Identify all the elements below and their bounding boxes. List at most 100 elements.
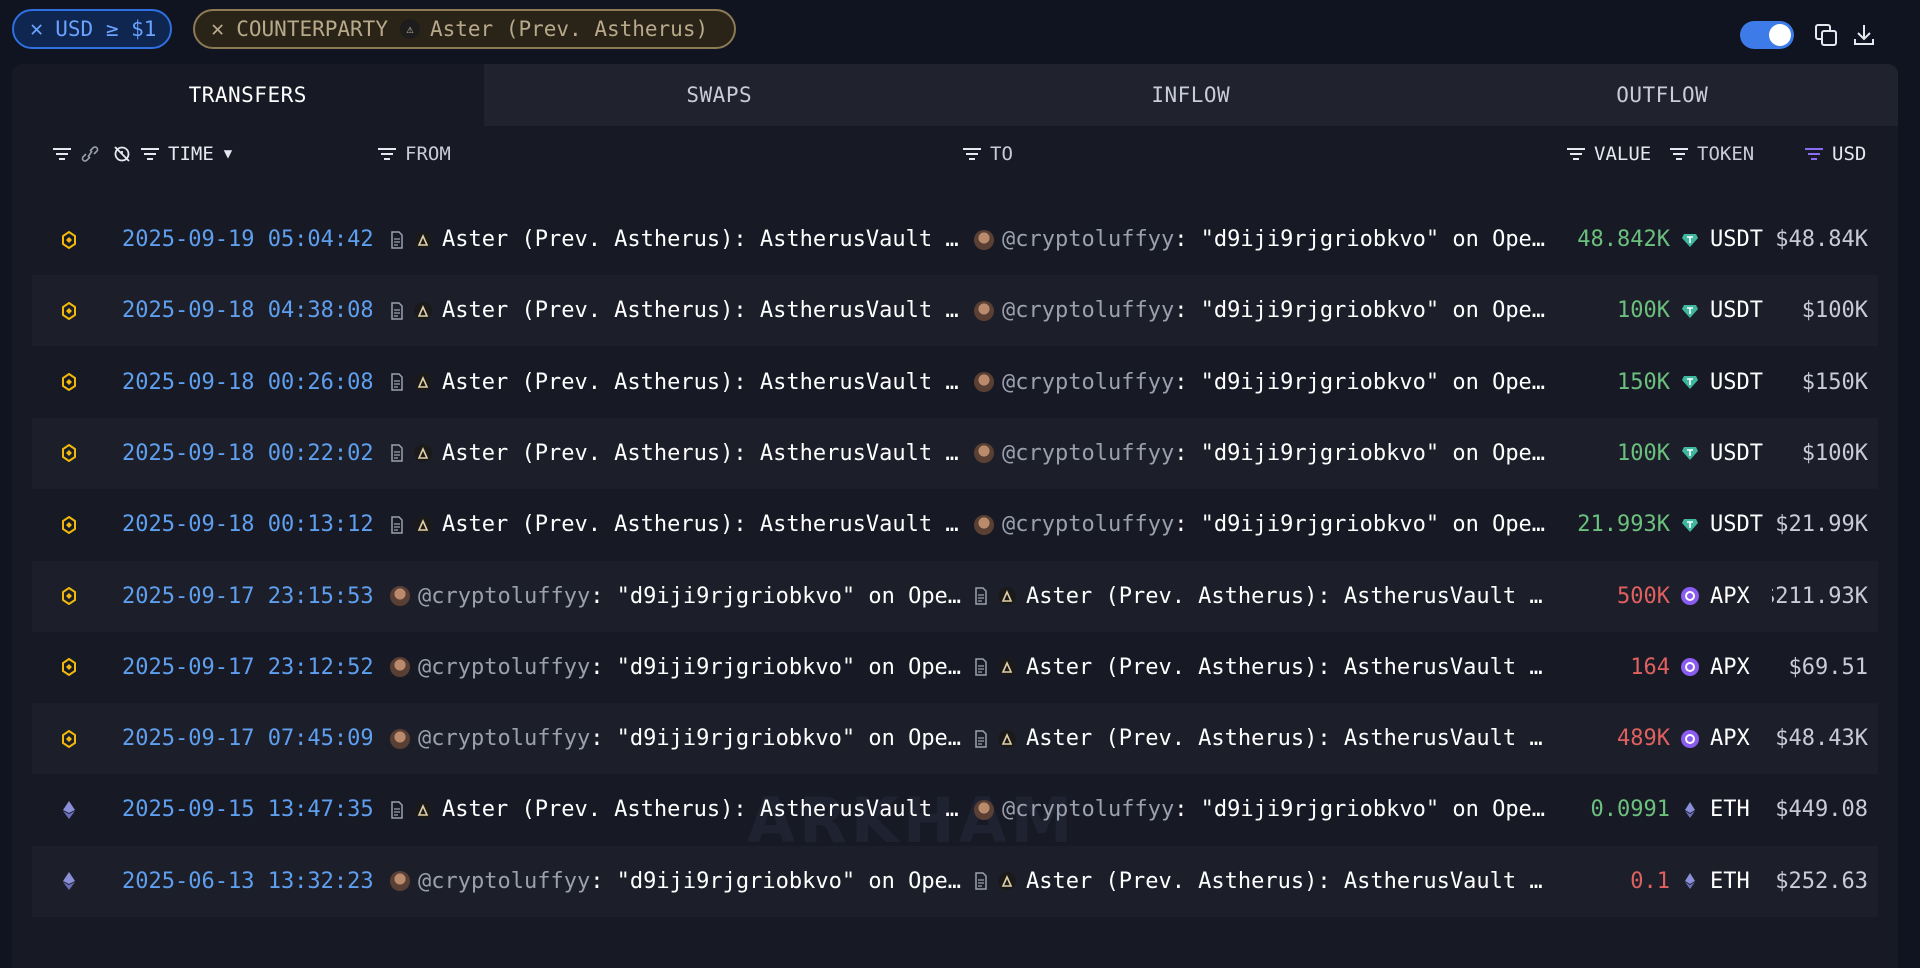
table-row[interactable]: 2025-09-18 04:38:08 Aster (Prev. Astherus…	[32, 275, 1878, 347]
time-column-header[interactable]: TIME ▼	[112, 126, 232, 182]
from-entity-label[interactable]: Aster (Prev. Astherus): AstherusVault …	[442, 298, 959, 323]
filter-icon[interactable]	[140, 146, 160, 162]
to-cell[interactable]: @cryptoluffyy: "d9iji9rjgriobkvo" on Ope…	[974, 347, 1552, 418]
chain-cell[interactable]	[54, 632, 84, 703]
from-cell[interactable]: Aster (Prev. Astherus): AstherusVault …	[390, 275, 968, 346]
no-clock-icon[interactable]	[112, 146, 132, 162]
time-cell[interactable]: 2025-09-15 13:47:35	[122, 774, 372, 845]
to-entity-label[interactable]: Aster (Prev. Astherus): AstherusVault …	[1026, 869, 1543, 894]
to-cell[interactable]: @cryptoluffyy: "d9iji9rjgriobkvo" on Ope…	[974, 418, 1552, 489]
to-handle[interactable]: @cryptoluffyy	[1002, 298, 1174, 323]
chain-cell[interactable]	[54, 846, 84, 917]
to-cell[interactable]: @cryptoluffyy: "d9iji9rjgriobkvo" on Ope…	[974, 275, 1552, 346]
from-cell[interactable]: Aster (Prev. Astherus): AstherusVault …	[390, 774, 968, 845]
link-icon[interactable]	[80, 146, 100, 162]
filter-icon[interactable]	[962, 146, 982, 162]
chain-filter[interactable]	[52, 126, 108, 182]
from-cell[interactable]: Aster (Prev. Astherus): AstherusVault …	[390, 418, 968, 489]
close-icon[interactable]: ✕	[30, 17, 43, 42]
sort-down-icon[interactable]: ▼	[224, 146, 232, 162]
chain-cell[interactable]	[54, 347, 84, 418]
filter-active-icon[interactable]	[1804, 146, 1824, 162]
to-column-header[interactable]: TO	[962, 126, 1013, 182]
to-cell[interactable]: Aster (Prev. Astherus): AstherusVault …	[974, 846, 1552, 917]
toggle-switch[interactable]	[1740, 21, 1794, 49]
table-row[interactable]: 2025-09-17 23:15:53 @cryptoluffyy: "d9iji…	[32, 560, 1878, 632]
from-entity-label[interactable]: Aster (Prev. Astherus): AstherusVault …	[442, 441, 959, 466]
to-cell[interactable]: @cryptoluffyy: "d9iji9rjgriobkvo" on Ope…	[974, 204, 1552, 275]
to-cell[interactable]: @cryptoluffyy: "d9iji9rjgriobkvo" on Ope…	[974, 489, 1552, 560]
table-row[interactable]: 2025-09-15 13:47:35 Aster (Prev. Astherus…	[32, 774, 1878, 845]
counterparty-filter-chip[interactable]: ✕ COUNTERPARTY ⚠ Aster (Prev. Astherus)	[193, 9, 736, 49]
chain-cell[interactable]	[54, 703, 84, 774]
download-icon[interactable]	[1851, 22, 1877, 48]
table-row[interactable]: 2025-09-18 00:26:08 Aster (Prev. Astherus…	[32, 347, 1878, 418]
table-row[interactable]: 2025-09-17 07:45:09 @cryptoluffyy: "d9iji…	[32, 703, 1878, 775]
to-entity-label[interactable]: : "d9iji9rjgriobkvo" on Ope…	[1174, 441, 1545, 466]
from-cell[interactable]: @cryptoluffyy: "d9iji9rjgriobkvo" on Ope…	[390, 846, 968, 917]
usd-column-header[interactable]: USD	[1804, 126, 1866, 182]
to-entity-label[interactable]: : "d9iji9rjgriobkvo" on Ope…	[1174, 370, 1545, 395]
filter-icon[interactable]	[377, 146, 397, 162]
from-cell[interactable]: @cryptoluffyy: "d9iji9rjgriobkvo" on Ope…	[390, 561, 968, 632]
table-row[interactable]: 2025-09-17 23:12:52 @cryptoluffyy: "d9iji…	[32, 632, 1878, 703]
from-column-header[interactable]: FROM	[377, 126, 451, 182]
to-handle[interactable]: @cryptoluffyy	[1002, 441, 1174, 466]
from-handle[interactable]: @cryptoluffyy	[418, 726, 590, 751]
to-handle[interactable]: @cryptoluffyy	[1002, 512, 1174, 537]
from-handle[interactable]: @cryptoluffyy	[418, 584, 590, 609]
to-entity-label[interactable]: : "d9iji9rjgriobkvo" on Ope…	[1174, 227, 1545, 252]
from-cell[interactable]: Aster (Prev. Astherus): AstherusVault …	[390, 204, 968, 275]
from-entity-label[interactable]: : "d9iji9rjgriobkvo" on Ope…	[590, 726, 961, 751]
filter-icon[interactable]	[1669, 146, 1689, 162]
chain-cell[interactable]	[54, 489, 84, 560]
table-row[interactable]: 2025-09-18 00:13:12 Aster (Prev. Astherus…	[32, 489, 1878, 560]
to-entity-label[interactable]: : "d9iji9rjgriobkvo" on Ope…	[1174, 797, 1545, 822]
value-column-header[interactable]: VALUE	[1566, 126, 1651, 182]
time-cell[interactable]: 2025-09-18 00:26:08	[122, 347, 372, 418]
to-cell[interactable]: Aster (Prev. Astherus): AstherusVault …	[974, 703, 1552, 774]
chain-cell[interactable]	[54, 561, 84, 632]
tab-outflow[interactable]: OUTFLOW	[1426, 64, 1898, 126]
from-cell[interactable]: Aster (Prev. Astherus): AstherusVault …	[390, 347, 968, 418]
tab-transfers[interactable]: TRANSFERS	[12, 64, 484, 126]
to-handle[interactable]: @cryptoluffyy	[1002, 227, 1174, 252]
from-handle[interactable]: @cryptoluffyy	[418, 655, 590, 680]
to-entity-label[interactable]: Aster (Prev. Astherus): AstherusVault …	[1026, 584, 1543, 609]
table-row[interactable]: 2025-09-19 05:04:42 Aster (Prev. Astherus…	[32, 204, 1878, 275]
usd-filter-chip[interactable]: ✕ USD ≥ $1	[12, 9, 172, 49]
to-cell[interactable]: Aster (Prev. Astherus): AstherusVault …	[974, 632, 1552, 703]
to-cell[interactable]: Aster (Prev. Astherus): AstherusVault …	[974, 561, 1552, 632]
to-entity-label[interactable]: : "d9iji9rjgriobkvo" on Ope…	[1174, 512, 1545, 537]
from-cell[interactable]: @cryptoluffyy: "d9iji9rjgriobkvo" on Ope…	[390, 703, 968, 774]
time-cell[interactable]: 2025-09-17 23:15:53	[122, 561, 372, 632]
from-entity-label[interactable]: Aster (Prev. Astherus): AstherusVault …	[442, 797, 959, 822]
from-entity-label[interactable]: : "d9iji9rjgriobkvo" on Ope…	[590, 584, 961, 609]
to-cell[interactable]: @cryptoluffyy: "d9iji9rjgriobkvo" on Ope…	[974, 774, 1552, 845]
table-row[interactable]: 2025-06-13 13:32:23 @cryptoluffyy: "d9iji…	[32, 845, 1878, 917]
time-cell[interactable]: 2025-09-17 23:12:52	[122, 632, 372, 703]
chain-cell[interactable]	[54, 204, 84, 275]
from-entity-label[interactable]: Aster (Prev. Astherus): AstherusVault …	[442, 512, 959, 537]
time-cell[interactable]: 2025-09-18 04:38:08	[122, 275, 372, 346]
to-entity-label[interactable]: : "d9iji9rjgriobkvo" on Ope…	[1174, 298, 1545, 323]
time-cell[interactable]: 2025-06-13 13:32:23	[122, 846, 372, 917]
from-entity-label[interactable]: : "d9iji9rjgriobkvo" on Ope…	[590, 655, 961, 680]
to-entity-label[interactable]: Aster (Prev. Astherus): AstherusVault …	[1026, 726, 1543, 751]
token-column-header[interactable]: TOKEN	[1669, 126, 1754, 182]
filter-icon[interactable]	[52, 146, 72, 162]
close-icon[interactable]: ✕	[211, 17, 224, 42]
table-row[interactable]: 2025-09-18 00:22:02 Aster (Prev. Astherus…	[32, 417, 1878, 489]
from-handle[interactable]: @cryptoluffyy	[418, 869, 590, 894]
tab-swaps[interactable]: SWAPS	[483, 64, 955, 126]
from-entity-label[interactable]: Aster (Prev. Astherus): AstherusVault …	[442, 227, 959, 252]
from-cell[interactable]: @cryptoluffyy: "d9iji9rjgriobkvo" on Ope…	[390, 632, 968, 703]
time-cell[interactable]: 2025-09-17 07:45:09	[122, 703, 372, 774]
to-entity-label[interactable]: Aster (Prev. Astherus): AstherusVault …	[1026, 655, 1543, 680]
to-handle[interactable]: @cryptoluffyy	[1002, 797, 1174, 822]
chain-cell[interactable]	[54, 774, 84, 845]
from-entity-label[interactable]: Aster (Prev. Astherus): AstherusVault …	[442, 370, 959, 395]
time-cell[interactable]: 2025-09-18 00:13:12	[122, 489, 372, 560]
to-handle[interactable]: @cryptoluffyy	[1002, 370, 1174, 395]
chain-cell[interactable]	[54, 418, 84, 489]
